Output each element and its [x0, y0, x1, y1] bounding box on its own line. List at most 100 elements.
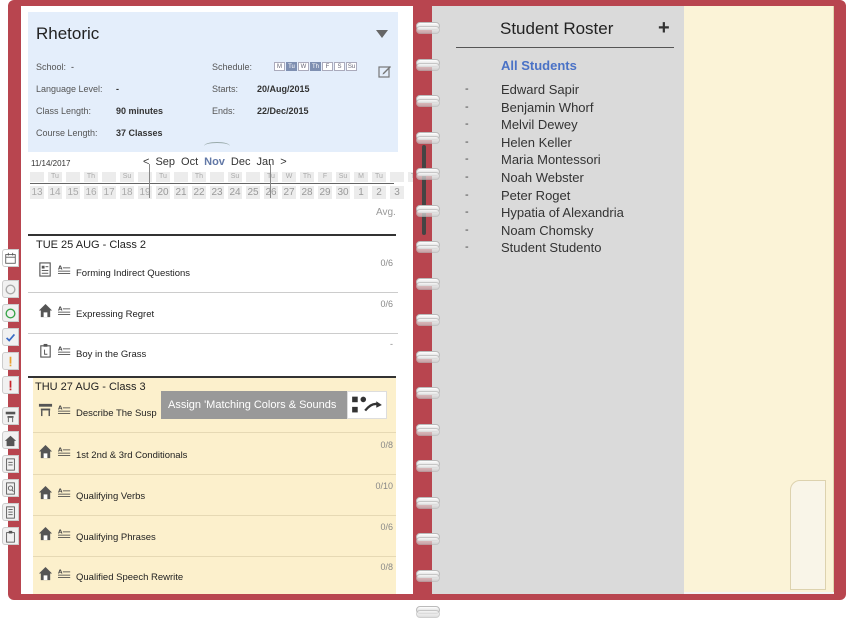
folder-tab [790, 480, 826, 590]
lesson-label[interactable]: Forming Indirect Questions [76, 268, 190, 279]
roster-divider [456, 47, 674, 48]
assign-activity-icon[interactable] [347, 391, 387, 419]
grey-circle-icon [5, 283, 16, 295]
class-divider [28, 234, 396, 236]
student-bullet: - [465, 135, 469, 148]
calendar-day[interactable]: 2 [372, 186, 386, 199]
student-name[interactable]: Hypatia of Alexandria [501, 205, 624, 220]
calendar-day[interactable]: 21 [174, 186, 188, 199]
lesson-label[interactable]: Qualifying Verbs [76, 491, 145, 502]
document-tab-icon [6, 457, 15, 471]
calendar-day[interactable]: 16 [84, 186, 98, 199]
lesson-label[interactable]: Boy in the Grass [76, 349, 146, 360]
classroom-tab-tab[interactable] [2, 407, 19, 425]
student-name[interactable]: Melvil Dewey [501, 117, 578, 132]
search-document-tab-icon [6, 481, 15, 495]
month-nov[interactable]: Nov [204, 156, 225, 168]
home-tab-tab[interactable] [2, 431, 19, 449]
lesson-label[interactable]: Qualified Speech Rewrite [76, 572, 183, 583]
student-name[interactable]: Noam Chomsky [501, 223, 593, 238]
calendar-day[interactable]: 30 [336, 186, 350, 199]
calendar-day[interactable]: 3 [390, 186, 404, 199]
home-icon [38, 303, 53, 318]
document-tab-tab[interactable] [2, 455, 19, 473]
calendar-day[interactable]: 13 [30, 186, 44, 199]
calendar-day[interactable]: 20 [156, 186, 170, 199]
activity-type-icon: A [58, 530, 71, 538]
collapse-handle[interactable] [204, 142, 230, 150]
lesson-label[interactable]: Qualifying Phrases [76, 532, 156, 543]
green-circle-icon [5, 307, 16, 319]
alert-icon [9, 380, 12, 390]
calendar-weekday: Tu [372, 172, 386, 182]
check-tab[interactable] [2, 328, 19, 346]
lesson-score: 0/10 [375, 481, 393, 491]
calendar-divider [30, 183, 394, 184]
lesson-label[interactable]: Describe The Susp [76, 408, 157, 419]
binder-ring [416, 318, 440, 326]
lesson-divider [33, 515, 396, 516]
green-circle-tab[interactable] [2, 304, 19, 322]
school-value: - [71, 62, 74, 72]
month-dec[interactable]: Dec [231, 156, 251, 168]
binder-ring [416, 281, 440, 290]
warning-icon [9, 356, 12, 366]
add-student-button[interactable]: + [658, 17, 670, 40]
month-jan[interactable]: Jan [256, 156, 274, 168]
all-students-link[interactable]: All Students [501, 58, 577, 73]
month-oct[interactable]: Oct [181, 156, 198, 168]
chevron-down-icon[interactable] [376, 30, 388, 38]
binder-ring [416, 354, 440, 363]
binder-ring [416, 26, 440, 34]
student-name[interactable]: Benjamin Whorf [501, 100, 593, 115]
binder-ring [416, 427, 440, 436]
calendar-day[interactable]: 27 [282, 186, 296, 199]
check-icon [5, 333, 16, 342]
student-name[interactable]: Edward Sapir [501, 82, 579, 97]
class-header[interactable]: THU 27 AUG - Class 3 [35, 381, 146, 393]
calendar-day[interactable]: 14 [48, 186, 62, 199]
clipboard-tab-tab[interactable] [2, 527, 19, 545]
calendar-weekday: M [354, 172, 368, 182]
calendar-day[interactable]: 23 [210, 186, 224, 199]
calendar-day[interactable]: 15 [66, 186, 80, 199]
calendar-day[interactable]: 24 [228, 186, 242, 199]
student-name[interactable]: Noah Webster [501, 170, 584, 185]
alert-tab[interactable] [2, 376, 19, 394]
lesson-label[interactable]: Expressing Regret [76, 309, 154, 320]
list-tab-tab[interactable] [2, 503, 19, 521]
student-name[interactable]: Student Studento [501, 240, 601, 255]
class-header[interactable]: TUE 25 AUG - Class 2 [36, 239, 146, 251]
home-icon [38, 485, 53, 500]
ends-value: 22/Dec/2015 [257, 106, 309, 116]
student-name[interactable]: Helen Keller [501, 135, 572, 150]
warning-tab[interactable] [2, 352, 19, 370]
calendar-day[interactable]: 29 [318, 186, 332, 199]
month-nav: < Sep Oct Nov Dec Jan > [143, 156, 287, 168]
spine-bar [422, 145, 426, 235]
student-name[interactable]: Maria Montessori [501, 152, 601, 167]
student-bullet: - [465, 241, 469, 254]
calendar-day[interactable]: 26 [264, 186, 278, 199]
list-tab-icon [6, 505, 15, 519]
student-bullet: - [465, 171, 469, 183]
calendar-day[interactable]: 1 [354, 186, 368, 199]
calendar-day[interactable]: 18 [120, 186, 134, 199]
next-month-button[interactable]: > [280, 156, 286, 168]
calendar-weekday [390, 172, 404, 182]
student-bullet: - [465, 223, 469, 236]
calendar-tab-tab[interactable] [2, 249, 19, 267]
calendar-day[interactable]: 17 [102, 186, 116, 199]
grey-circle-tab[interactable] [2, 280, 19, 298]
student-name[interactable]: Peter Roget [501, 188, 570, 203]
course-length-label: Course Length: [36, 128, 98, 138]
calendar-day[interactable]: 28 [300, 186, 314, 199]
svg-text:A: A [58, 307, 63, 313]
month-sep[interactable]: Sep [155, 156, 175, 168]
document-icon [39, 262, 51, 277]
calendar-day[interactable]: 22 [192, 186, 206, 199]
lesson-label[interactable]: 1st 2nd & 3rd Conditionals [76, 450, 187, 461]
search-document-tab-tab[interactable] [2, 479, 19, 497]
calendar-day[interactable]: 25 [246, 186, 260, 199]
edit-icon[interactable] [378, 64, 392, 78]
